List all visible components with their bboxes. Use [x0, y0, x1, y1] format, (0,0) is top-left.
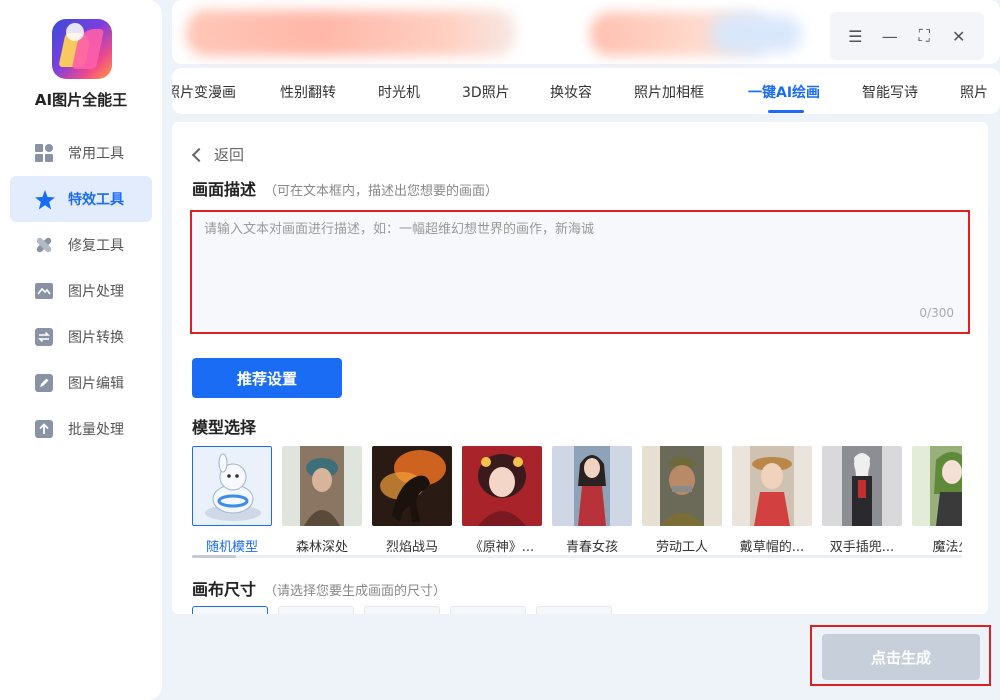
blurred-banner: [186, 10, 516, 56]
model-card-worker[interactable]: 劳动工人: [642, 446, 722, 555]
canvas-title: 画布尺寸: [192, 580, 257, 599]
model-thumbnail: [552, 446, 632, 526]
model-scrollbar-track[interactable]: [192, 555, 962, 558]
model-thumbnail: [462, 446, 542, 526]
model-list: 随机模型 森林深处 烈焰战马 《原神》... 青春女孩 劳动工人 戴草帽的...…: [192, 446, 962, 556]
grid-icon: [34, 143, 54, 163]
model-name: 随机模型: [205, 540, 258, 555]
canvas-size-option[interactable]: [450, 606, 526, 614]
model-thumbnail: [372, 446, 452, 526]
model-name: 《原神》...: [469, 540, 535, 555]
tab-3d-photo[interactable]: 3D照片: [462, 82, 510, 102]
model-card-youth-girl[interactable]: 青春女孩: [552, 446, 632, 555]
canvas-size-option[interactable]: [536, 606, 612, 614]
sidebar-item-image-processing[interactable]: 图片处理: [10, 268, 152, 314]
model-scrollbar-thumb[interactable]: [192, 555, 236, 558]
menu-icon[interactable]: ☰: [844, 25, 866, 47]
back-button[interactable]: 返回: [191, 144, 245, 165]
model-name: 青春女孩: [565, 540, 618, 555]
model-card-fire-horse[interactable]: 烈焰战马: [372, 446, 452, 555]
app-logo-icon: [52, 19, 112, 79]
upload-icon: [34, 419, 54, 439]
image-icon: [34, 281, 54, 301]
model-card-magic-girl[interactable]: 魔法少: [912, 446, 962, 555]
description-section-title: 画面描述 （可在文本框内，描述出您想要的画面）: [192, 176, 498, 200]
tab-ai-poem[interactable]: 智能写诗: [862, 82, 918, 102]
sidebar-item-image-convert[interactable]: 图片转换: [10, 314, 152, 360]
top-bar: ☰ — ⛶ ✕: [172, 0, 1000, 64]
description-box: 0/300: [190, 210, 970, 334]
model-card-random[interactable]: 随机模型: [192, 446, 272, 555]
tab-makeup[interactable]: 换妆容: [550, 82, 592, 102]
sidebar: AI图片全能王 常用工具 特效工具 修复工具 图片处理 图片转换 图片编辑 批量…: [0, 0, 162, 700]
app-title: AI图片全能王: [34, 91, 128, 109]
description-title: 画面描述: [192, 180, 257, 199]
model-card-hands-in-pockets[interactable]: 双手插兜...: [822, 446, 902, 555]
sidebar-item-repair-tools[interactable]: 修复工具: [10, 222, 152, 268]
tab-gender-swap[interactable]: 性别翻转: [280, 82, 336, 102]
feature-tabs: 照片变漫画 性别翻转 时光机 3D照片 换妆容 照片加相框 一键AI绘画 智能写…: [172, 68, 1000, 114]
canvas-hint: （请选择您要生成画面的尺寸）: [264, 584, 447, 599]
model-name: 魔法少: [932, 540, 962, 555]
tab-ai-painting[interactable]: 一键AI绘画: [748, 82, 820, 102]
tab-photo-to-comic[interactable]: 照片变漫画: [172, 82, 236, 102]
convert-icon: [34, 327, 54, 347]
model-thumbnail: [732, 446, 812, 526]
minimize-icon[interactable]: —: [879, 25, 901, 47]
sidebar-item-common-tools[interactable]: 常用工具: [10, 130, 152, 176]
sidebar-item-label: 图片处理: [68, 284, 124, 300]
sidebar-item-label: 常用工具: [68, 146, 124, 162]
model-name: 劳动工人: [655, 540, 708, 555]
star-icon: [34, 189, 55, 210]
model-card-forest[interactable]: 森林深处: [282, 446, 362, 555]
canvas-size-option[interactable]: [278, 606, 354, 614]
generate-button[interactable]: 点击生成: [822, 634, 980, 680]
maximize-icon[interactable]: ⛶: [913, 25, 935, 47]
model-section-title: 模型选择: [192, 418, 257, 437]
tab-photo-more[interactable]: 照片: [960, 82, 988, 102]
recommend-settings-button[interactable]: 推荐设置: [192, 358, 342, 398]
sidebar-item-batch-processing[interactable]: 批量处理: [10, 406, 152, 452]
close-icon[interactable]: ✕: [948, 25, 970, 47]
tab-photo-frame[interactable]: 照片加相框: [634, 82, 704, 102]
canvas-size-option[interactable]: [364, 606, 440, 614]
description-input[interactable]: [192, 212, 968, 332]
model-name: 双手插兜...: [829, 540, 895, 555]
tab-time-machine[interactable]: 时光机: [378, 82, 420, 102]
edit-icon: [34, 373, 54, 393]
model-name: 戴草帽的...: [739, 540, 805, 555]
blurred-banner: [712, 16, 802, 52]
model-thumbnail: [282, 446, 362, 526]
back-label: 返回: [214, 146, 245, 164]
bandage-icon: [34, 235, 54, 255]
sidebar-item-label: 特效工具: [68, 192, 124, 208]
character-counter: 0/300: [919, 306, 954, 320]
canvas-size-options: [192, 606, 632, 614]
chevron-left-icon: [191, 147, 207, 162]
model-thumbnail: [912, 446, 962, 526]
window-controls: ☰ — ⛶ ✕: [830, 12, 984, 60]
sidebar-item-label: 图片编辑: [68, 376, 124, 392]
canvas-size-option[interactable]: [192, 606, 268, 614]
model-card-genshin[interactable]: 《原神》...: [462, 446, 542, 555]
sidebar-item-label: 图片转换: [68, 330, 124, 346]
description-hint: （可在文本框内，描述出您想要的画面）: [264, 184, 499, 199]
model-name: 森林深处: [295, 540, 348, 555]
main-panel: 返回 画面描述 （可在文本框内，描述出您想要的画面） 0/300 推荐设置 模型选…: [172, 122, 988, 614]
model-name: 烈焰战马: [385, 540, 438, 555]
sidebar-item-effects-tools[interactable]: 特效工具: [10, 176, 152, 222]
sidebar-item-label: 批量处理: [68, 422, 124, 438]
sidebar-nav: 常用工具 特效工具 修复工具 图片处理 图片转换 图片编辑 批量处理: [10, 130, 152, 452]
model-card-straw-hat[interactable]: 戴草帽的...: [732, 446, 812, 555]
model-thumbnail: [192, 446, 272, 526]
model-thumbnail: [822, 446, 902, 526]
sidebar-item-label: 修复工具: [68, 238, 124, 254]
canvas-section-title: 画布尺寸 （请选择您要生成画面的尺寸）: [192, 576, 446, 600]
sidebar-item-image-edit[interactable]: 图片编辑: [10, 360, 152, 406]
active-tab-indicator: [768, 110, 804, 113]
model-thumbnail: [642, 446, 722, 526]
